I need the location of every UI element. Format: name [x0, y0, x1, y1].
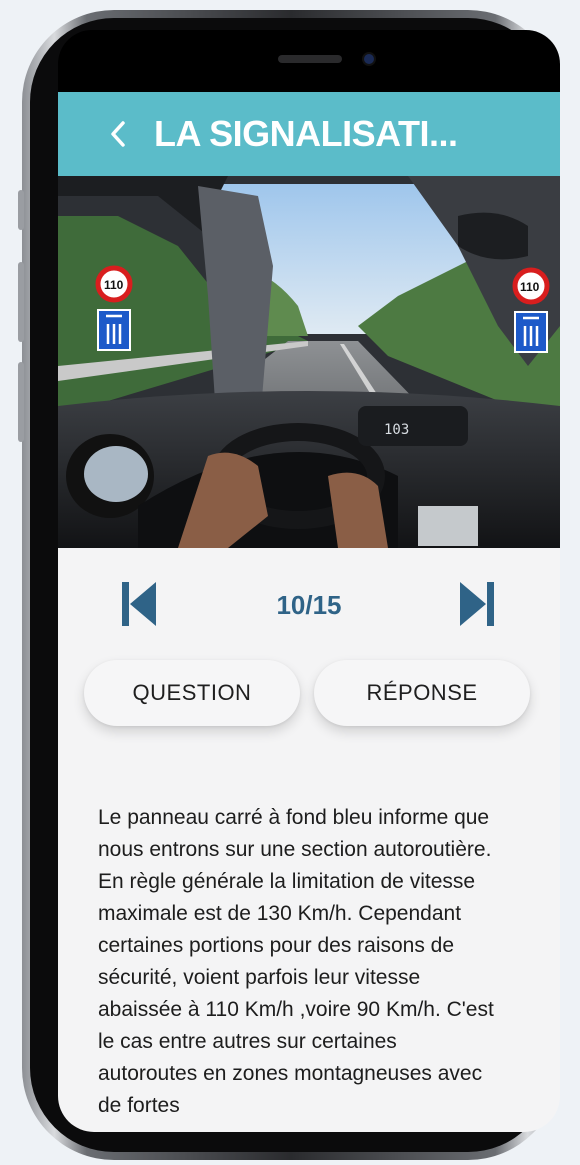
tab-reponse[interactable]: RÉPONSE — [314, 660, 530, 726]
pager: 10/15 — [58, 554, 560, 654]
page-title: LA SIGNALISATI... — [154, 113, 458, 154]
speed-limit-sign-left: 110 — [95, 265, 133, 351]
answer-text: Le panneau carré à fond bleu informe que… — [98, 806, 494, 1117]
side-button-mute — [18, 190, 24, 230]
question-answer-tabs: QUESTION RÉPONSE — [58, 654, 560, 750]
speed-limit-sign-right: 110 — [512, 267, 550, 353]
car-interior-photo: 103 110 110 — [58, 176, 560, 548]
skip-next-icon[interactable] — [456, 576, 496, 632]
front-camera — [364, 54, 374, 64]
chevron-left-icon[interactable] — [98, 114, 138, 154]
svg-text:110: 110 — [104, 278, 124, 292]
svg-text:110: 110 — [520, 280, 540, 294]
speaker — [278, 55, 342, 63]
app-header: LA SIGNALISATI... — [58, 92, 560, 176]
side-button-volume-down — [18, 362, 24, 442]
dashboard-speed: 103 — [384, 422, 409, 438]
tab-question[interactable]: QUESTION — [84, 660, 300, 726]
lesson-photo: 103 110 110 — [58, 176, 560, 548]
side-button-volume-up — [18, 262, 24, 342]
